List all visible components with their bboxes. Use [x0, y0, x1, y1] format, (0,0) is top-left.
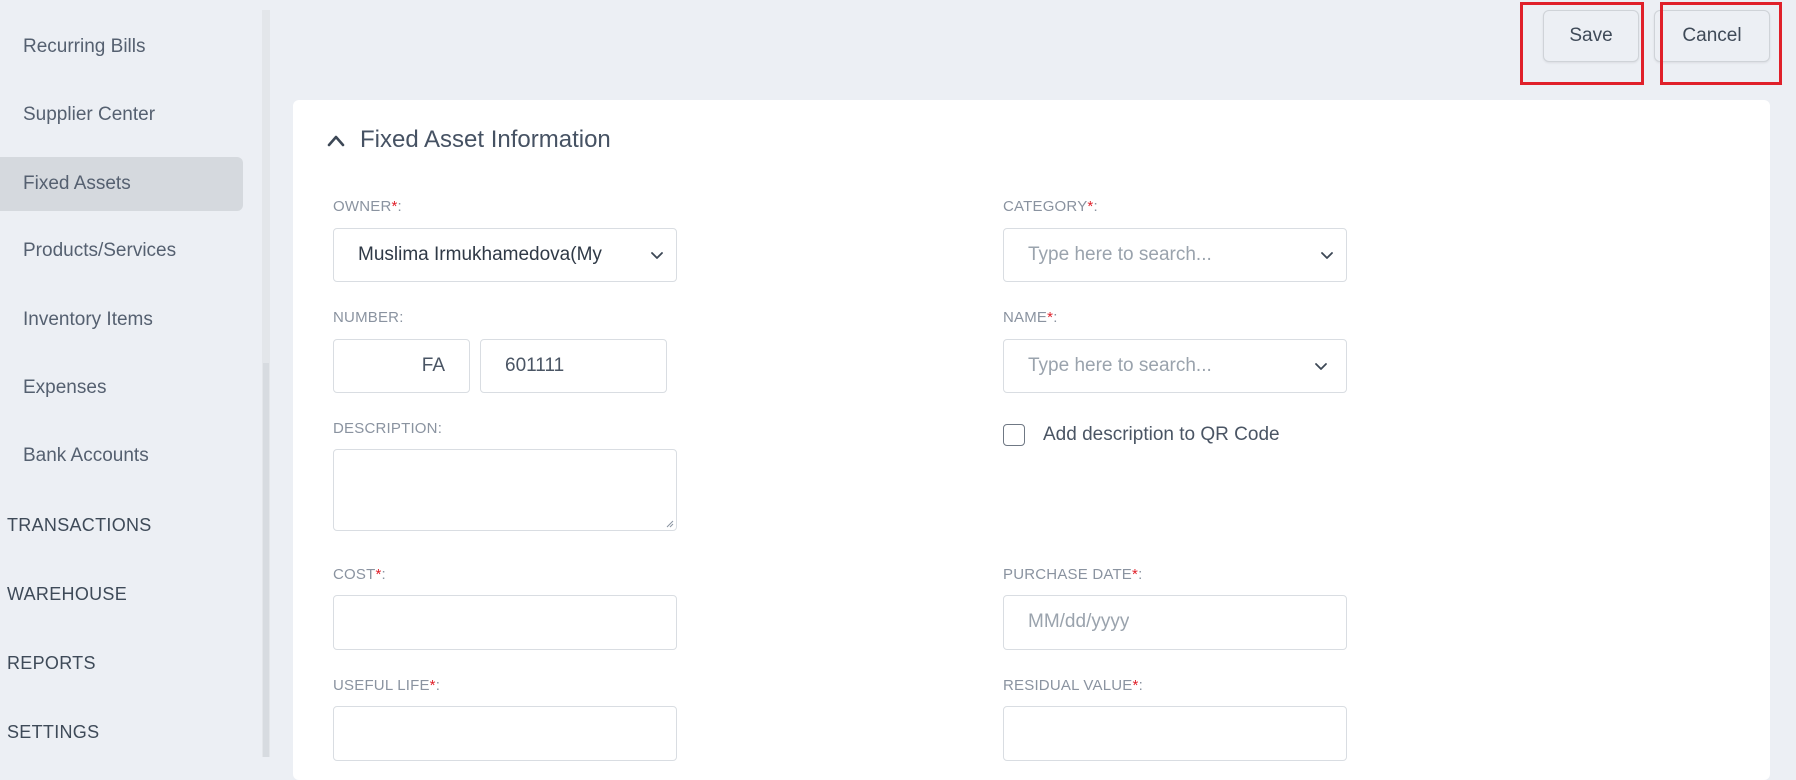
purchase-date-input[interactable]: MM/dd/yyyy [1003, 595, 1347, 650]
sidebar-item-fixed-assets[interactable]: Fixed Assets [0, 157, 243, 211]
sidebar: Recurring Bills Supplier Center Fixed As… [0, 0, 262, 757]
category-select[interactable]: Type here to search... [1003, 228, 1347, 282]
chevron-down-icon [1321, 252, 1333, 259]
sidebar-item-inventory-items[interactable]: Inventory Items [0, 293, 243, 347]
section-title[interactable]: Fixed Asset Information [360, 126, 611, 154]
chevron-down-icon [651, 252, 663, 259]
sidebar-item-bank-accounts[interactable]: Bank Accounts [0, 429, 243, 483]
name-select[interactable]: Type here to search... [1003, 339, 1347, 393]
sidebar-item-supplier-center[interactable]: Supplier Center [0, 88, 243, 142]
number-prefix-field[interactable]: FA [333, 339, 470, 393]
useful-life-input[interactable] [333, 706, 677, 761]
sidebar-item-products-services[interactable]: Products/Services [0, 224, 243, 278]
sidebar-section-transactions[interactable]: TRANSACTIONS [7, 515, 152, 536]
cost-input[interactable] [333, 595, 677, 650]
number-field[interactable]: 601111 [480, 339, 667, 393]
resize-handle-icon[interactable] [666, 520, 674, 528]
chevron-up-icon[interactable] [327, 132, 345, 150]
category-label: CATEGORY*: [1003, 198, 1098, 215]
name-label: NAME*: [1003, 309, 1058, 326]
purchase-date-label: PURCHASE DATE*: [1003, 566, 1143, 583]
sidebar-scrollbar-thumb[interactable] [263, 363, 269, 757]
sidebar-item-expenses[interactable]: Expenses [0, 361, 243, 415]
description-textarea[interactable] [333, 449, 677, 531]
residual-value-label: RESIDUAL VALUE*: [1003, 677, 1143, 694]
residual-value-input[interactable] [1003, 706, 1347, 761]
qr-description-label[interactable]: Add description to QR Code [1043, 424, 1280, 446]
cancel-button[interactable]: Cancel [1654, 10, 1770, 62]
qr-description-checkbox[interactable] [1003, 424, 1025, 446]
number-label: NUMBER: [333, 309, 404, 326]
cost-label: COST*: [333, 566, 386, 583]
sidebar-item-recurring-bills[interactable]: Recurring Bills [0, 20, 243, 74]
owner-select[interactable]: Muslima Irmukhamedova(My [333, 228, 677, 282]
useful-life-label: USEFUL LIFE*: [333, 677, 441, 694]
sidebar-section-reports[interactable]: REPORTS [7, 653, 96, 674]
sidebar-section-settings[interactable]: SETTINGS [7, 722, 99, 743]
chevron-down-icon [1315, 363, 1327, 370]
description-label: DESCRIPTION: [333, 420, 443, 437]
sidebar-section-warehouse[interactable]: WAREHOUSE [7, 584, 127, 605]
owner-label: OWNER*: [333, 198, 402, 215]
save-button[interactable]: Save [1543, 10, 1639, 62]
